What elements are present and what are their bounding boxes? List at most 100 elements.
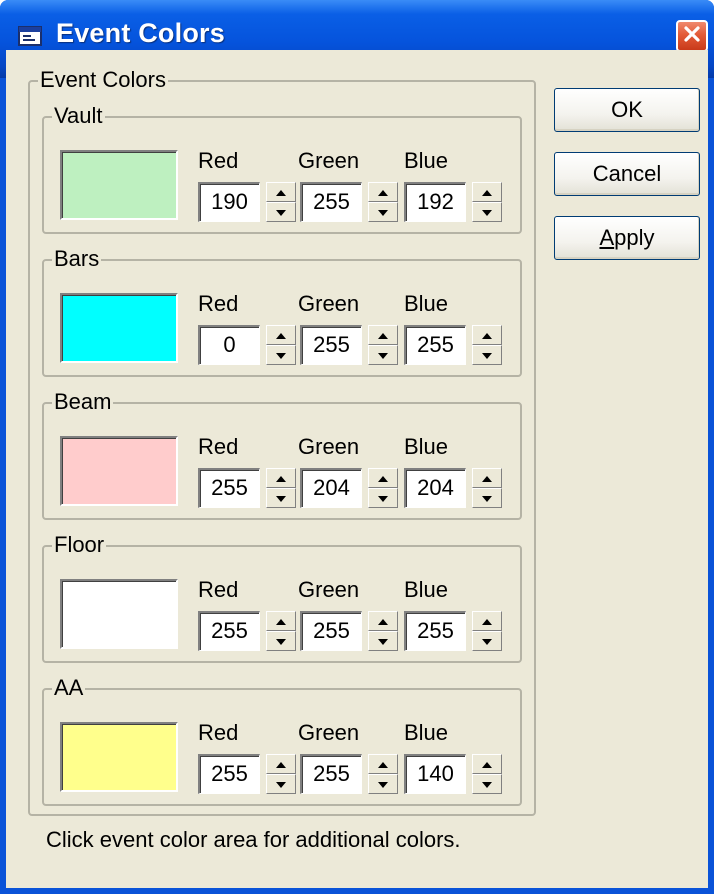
red-spinner[interactable] [266, 754, 296, 794]
window-title: Event Colors [56, 18, 225, 48]
input-border [200, 756, 259, 793]
green-value-input[interactable]: 255 [300, 611, 362, 651]
green-value-input[interactable]: 204 [300, 468, 362, 508]
red-spin-down-button[interactable] [266, 774, 296, 794]
color-swatch[interactable] [60, 579, 178, 649]
red-spinner[interactable] [266, 325, 296, 365]
red-label: Red [198, 148, 239, 173]
blue-value-input[interactable]: 255 [404, 611, 466, 651]
green-spin-down-button[interactable] [368, 488, 398, 508]
apply-button[interactable]: Apply [554, 216, 700, 260]
green-spinner[interactable] [368, 182, 398, 222]
blue-spin-down-button[interactable] [472, 774, 502, 794]
blue-spin-up-button[interactable] [472, 754, 502, 774]
red-spin-up-button[interactable] [266, 611, 296, 631]
arrow-up-icon [482, 183, 492, 201]
blue-spin-up-button[interactable] [472, 611, 502, 631]
blue-spinner[interactable] [472, 754, 502, 794]
event-group-beam: Beam Red Green Blue 255 204 204 [42, 388, 522, 520]
green-spinner[interactable] [368, 611, 398, 651]
arrow-down-icon [482, 489, 492, 507]
blue-label: Blue [404, 720, 449, 745]
blue-spinner[interactable] [472, 468, 502, 508]
green-spinner[interactable] [368, 754, 398, 794]
red-spinner[interactable] [266, 468, 296, 508]
arrow-up-icon [276, 326, 286, 344]
blue-spin-down-button[interactable] [472, 488, 502, 508]
red-spin-up-button[interactable] [266, 325, 296, 345]
green-spin-down-button[interactable] [368, 631, 398, 651]
green-spinner[interactable] [368, 468, 398, 508]
arrow-up-icon [378, 326, 388, 344]
red-label: Red [198, 720, 239, 745]
blue-spin-up-button[interactable] [472, 325, 502, 345]
green-label: Green [298, 577, 360, 602]
red-label: Red [198, 291, 239, 316]
red-spin-down-button[interactable] [266, 202, 296, 222]
blue-spin-up-button[interactable] [472, 468, 502, 488]
apply-label-rest: pply [614, 225, 655, 250]
input-border [302, 756, 361, 793]
red-spin-down-button[interactable] [266, 345, 296, 365]
red-value-input[interactable]: 0 [198, 325, 260, 365]
blue-value-input[interactable]: 204 [404, 468, 466, 508]
input-border [406, 756, 465, 793]
dialog-app-icon [18, 24, 44, 48]
blue-spinner[interactable] [472, 182, 502, 222]
ok-button[interactable]: OK [554, 88, 700, 132]
blue-label: Blue [404, 148, 449, 173]
blue-value-input[interactable]: 140 [404, 754, 466, 794]
red-spin-down-button[interactable] [266, 631, 296, 651]
red-value-input[interactable]: 255 [198, 468, 260, 508]
blue-value-input[interactable]: 192 [404, 182, 466, 222]
event-group-vault: Vault Red Green Blue 190 255 192 [42, 102, 522, 234]
input-border [200, 327, 259, 364]
blue-spinner[interactable] [472, 611, 502, 651]
green-spin-down-button[interactable] [368, 345, 398, 365]
red-spin-up-button[interactable] [266, 182, 296, 202]
green-spin-up-button[interactable] [368, 468, 398, 488]
red-spin-down-button[interactable] [266, 488, 296, 508]
green-spinner[interactable] [368, 325, 398, 365]
blue-spinner[interactable] [472, 325, 502, 365]
green-value-input[interactable]: 255 [300, 325, 362, 365]
arrow-down-icon [482, 203, 492, 221]
red-value-input[interactable]: 190 [198, 182, 260, 222]
green-spin-up-button[interactable] [368, 325, 398, 345]
red-spin-up-button[interactable] [266, 468, 296, 488]
color-swatch[interactable] [60, 436, 178, 506]
green-spin-up-button[interactable] [368, 754, 398, 774]
input-border [200, 184, 259, 221]
blue-spin-down-button[interactable] [472, 631, 502, 651]
green-value-input[interactable]: 255 [300, 754, 362, 794]
arrow-up-icon [378, 755, 388, 773]
red-spin-up-button[interactable] [266, 754, 296, 774]
green-spin-up-button[interactable] [368, 611, 398, 631]
color-swatch[interactable] [60, 722, 178, 792]
green-spin-up-button[interactable] [368, 182, 398, 202]
close-button[interactable] [676, 20, 708, 52]
red-spinner[interactable] [266, 182, 296, 222]
arrow-down-icon [378, 632, 388, 650]
green-label: Green [298, 148, 360, 173]
cancel-button[interactable]: Cancel [554, 152, 700, 196]
green-spin-down-button[interactable] [368, 774, 398, 794]
event-group-aa: AA Red Green Blue 255 255 140 [42, 674, 522, 806]
color-swatch[interactable] [60, 150, 178, 220]
blue-spin-down-button[interactable] [472, 345, 502, 365]
green-spin-down-button[interactable] [368, 202, 398, 222]
arrow-down-icon [276, 203, 286, 221]
red-value-input[interactable]: 255 [198, 611, 260, 651]
input-border [302, 327, 361, 364]
arrow-down-icon [378, 489, 388, 507]
red-spinner[interactable] [266, 611, 296, 651]
blue-value-input[interactable]: 255 [404, 325, 466, 365]
red-value-input[interactable]: 255 [198, 754, 260, 794]
event-colors-group-label: Event Colors [38, 66, 168, 94]
input-border [406, 613, 465, 650]
blue-spin-up-button[interactable] [472, 182, 502, 202]
blue-spin-down-button[interactable] [472, 202, 502, 222]
green-value-input[interactable]: 255 [300, 182, 362, 222]
arrow-down-icon [482, 632, 492, 650]
color-swatch[interactable] [60, 293, 178, 363]
